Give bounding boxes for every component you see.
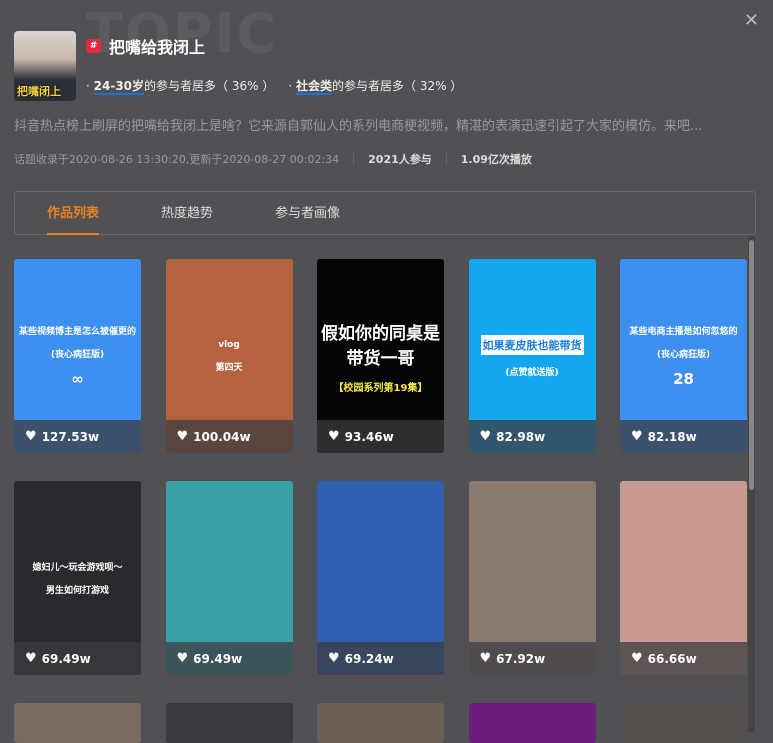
video-card[interactable]: [468, 703, 596, 743]
like-count-value: 67.92w: [496, 651, 546, 666]
heart-icon: ♥: [631, 651, 643, 666]
tab-works[interactable]: 作品列表: [47, 192, 100, 235]
like-count: ♥ 69.49w: [165, 642, 293, 675]
heart-icon: ♥: [25, 429, 37, 444]
thumbnail-caption: 某些视频博主是怎么被催更的: [18, 327, 136, 337]
heart-icon: ♥: [176, 651, 189, 666]
thumbnail-caption: 某些电商主播是如何忽悠的: [629, 327, 738, 337]
video-card[interactable]: 媳妇儿～玩会游戏呗～ 男生如何打游戏 ♥ 69.49w: [14, 481, 141, 675]
video-card[interactable]: [620, 703, 747, 743]
age-highlight: 24-30岁: [93, 79, 145, 95]
tab-audience[interactable]: 参与者画像: [275, 192, 340, 234]
age-text: 的参与者居多（ 36% ）: [144, 79, 275, 93]
video-card[interactable]: [165, 703, 293, 743]
thumbnail-caption: (丧心病狂版): [656, 350, 711, 360]
thumbnail-caption: 【校园系列第19集】: [333, 382, 428, 394]
like-count-value: 82.18w: [647, 429, 697, 444]
age-tag: · 24-30岁的参与者居多（ 36% ）: [86, 79, 275, 95]
thumbnail-caption: 28: [673, 370, 694, 388]
participants-count: 2021人参与: [368, 153, 432, 166]
like-count-value: 69.24w: [344, 651, 394, 666]
like-count-value: 69.49w: [193, 651, 243, 666]
video-card[interactable]: 某些电商主播是如何忽悠的 (丧心病狂版) 28 ♥ 82.18w: [620, 259, 747, 453]
record-time: 话题收录于2020-08-26 13:30:20,更新于2020-08-27 0…: [14, 153, 340, 166]
category-tag: · 社会类的参与者居多（ 32% ）: [288, 79, 463, 95]
like-count-value: 66.66w: [647, 651, 697, 666]
like-count-value: 127.53w: [41, 429, 100, 444]
thumbnail-caption: 男生如何打游戏: [45, 586, 109, 596]
like-count-value: 82.98w: [496, 429, 546, 444]
audience-tags: · 24-30岁的参与者居多（ 36% ） · 社会类的参与者居多（ 32% ）: [86, 77, 463, 95]
tab-trend[interactable]: 热度趋势: [161, 192, 213, 234]
video-card[interactable]: 假如你的同桌是带货一哥【校园系列第19集】 ♥ 93.46w: [317, 259, 444, 453]
thumbnail-caption: vlog: [218, 339, 240, 350]
thumbnail-caption: 第四天: [215, 362, 243, 373]
video-card[interactable]: ♥ 69.24w: [317, 481, 444, 675]
heart-icon: ♥: [631, 429, 643, 444]
like-count: ♥ 66.66w: [620, 642, 747, 675]
divider: [353, 153, 355, 165]
play-count: 1.09亿次播放: [460, 153, 532, 166]
thumbnail-caption: ∞: [71, 370, 84, 388]
like-count: ♥ 67.92w: [468, 642, 596, 675]
avatar-caption: 把嘴闭上: [17, 85, 61, 98]
video-grid: 某些视频博主是怎么被催更的 (丧心病狂版) ∞ ♥ 127.53w vlog 第四天 ♥ 100…: [14, 259, 747, 675]
like-count-value: 69.49w: [41, 651, 91, 666]
heart-icon: ♥: [25, 651, 37, 666]
heart-icon: ♥: [479, 651, 492, 666]
video-card[interactable]: 某些视频博主是怎么被催更的 (丧心病狂版) ∞ ♥ 127.53w: [14, 259, 141, 453]
divider: [445, 153, 447, 165]
like-count: ♥ 93.46w: [317, 420, 444, 453]
video-card[interactable]: 如果麦皮肤也能带货 (点赞就送版) ♥ 82.98w: [468, 259, 596, 453]
topic-title: # 把嘴给我闭上: [86, 34, 205, 58]
thumbnail-caption: 假如你的同桌是带货一哥: [321, 323, 440, 369]
video-card[interactable]: ♥ 66.66w: [620, 481, 747, 675]
video-card[interactable]: [14, 703, 141, 743]
like-count: ♥ 82.18w: [620, 420, 747, 453]
video-card[interactable]: ♥ 69.49w: [165, 481, 293, 675]
scrollbar-thumb[interactable]: [749, 240, 754, 490]
heart-icon: ♥: [328, 651, 340, 666]
like-count: ♥ 69.49w: [14, 642, 141, 675]
video-card[interactable]: [317, 703, 444, 743]
topic-title-text: 把嘴给我闭上: [109, 38, 206, 57]
category-highlight: 社会类: [295, 79, 332, 95]
like-count: ♥ 82.98w: [468, 420, 596, 453]
video-card[interactable]: ♥ 67.92w: [468, 481, 596, 675]
tab-bar: 作品列表 热度趋势 参与者画像: [14, 191, 756, 235]
heart-icon: ♥: [479, 429, 492, 444]
thumbnail-caption: (点赞就送版): [505, 367, 559, 378]
close-icon[interactable]: ✕: [744, 10, 759, 31]
like-count: ♥ 69.24w: [317, 642, 444, 675]
video-card[interactable]: vlog 第四天 ♥ 100.04w: [165, 259, 293, 453]
heart-icon: ♥: [176, 429, 189, 444]
like-count: ♥ 100.04w: [165, 420, 293, 453]
topic-description: 抖音热点榜上刷屏的把嘴给我闭上是啥？它来源自郭仙人的系列电商梗视频，精湛的表演迅…: [14, 119, 703, 134]
like-count: ♥ 127.53w: [14, 420, 141, 453]
topic-avatar: 把嘴闭上: [14, 31, 76, 101]
hashtag-icon: #: [86, 39, 101, 53]
thumbnail-caption: 如果麦皮肤也能带货: [480, 334, 584, 355]
thumbnail-caption: 媳妇儿～玩会游戏呗～: [32, 563, 123, 573]
like-count-value: 93.46w: [344, 429, 394, 444]
thumbnail-caption: (丧心病狂版): [50, 350, 105, 360]
heart-icon: ♥: [328, 429, 340, 444]
scrollbar[interactable]: [748, 236, 755, 732]
category-text: 的参与者居多（ 32% ）: [332, 79, 463, 93]
like-count-value: 100.04w: [193, 429, 251, 444]
topic-meta: 话题收录于2020-08-26 13:30:20,更新于2020-08-27 0…: [14, 151, 532, 167]
video-grid-row-partial: [14, 703, 747, 743]
